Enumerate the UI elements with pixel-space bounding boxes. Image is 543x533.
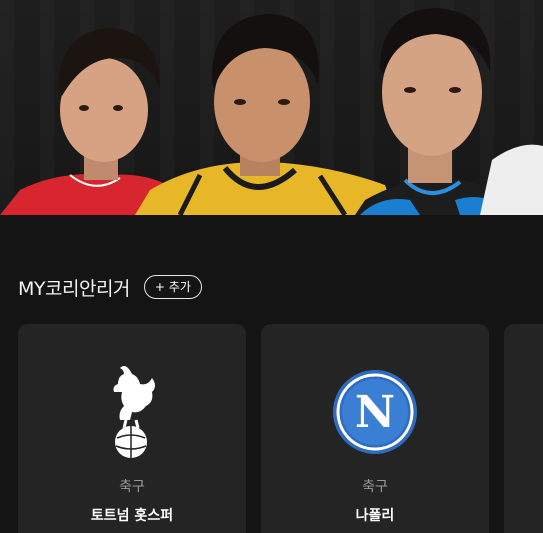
sport-label: 축구 (119, 479, 145, 495)
team-card-partial[interactable] (504, 324, 543, 533)
team-cards-list: 축구 토트넘 홋스퍼 N 축구 나폴리 (18, 324, 543, 533)
hero-banner[interactable] (0, 0, 543, 215)
team-card-tottenham[interactable]: 축구 토트넘 홋스퍼 (18, 324, 246, 533)
add-button[interactable]: + 추가 (143, 275, 202, 299)
player-right-figure (355, 8, 543, 215)
my-korean-leaguer-header: MY코리안리거 + 추가 (18, 273, 202, 301)
players-illustration (0, 8, 543, 215)
team-name: 토트넘 홋스퍼 (90, 508, 174, 524)
team-card-napoli[interactable]: N 축구 나폴리 (261, 324, 489, 533)
section-title: MY코리안리거 (18, 277, 130, 300)
team-name: 나폴리 (355, 508, 395, 524)
player-middle-figure (135, 14, 395, 215)
sport-label: 축구 (362, 479, 388, 495)
napoli-crest-icon: N (333, 370, 417, 454)
svg-text:N: N (355, 387, 395, 438)
tottenham-crest-icon (113, 366, 155, 458)
